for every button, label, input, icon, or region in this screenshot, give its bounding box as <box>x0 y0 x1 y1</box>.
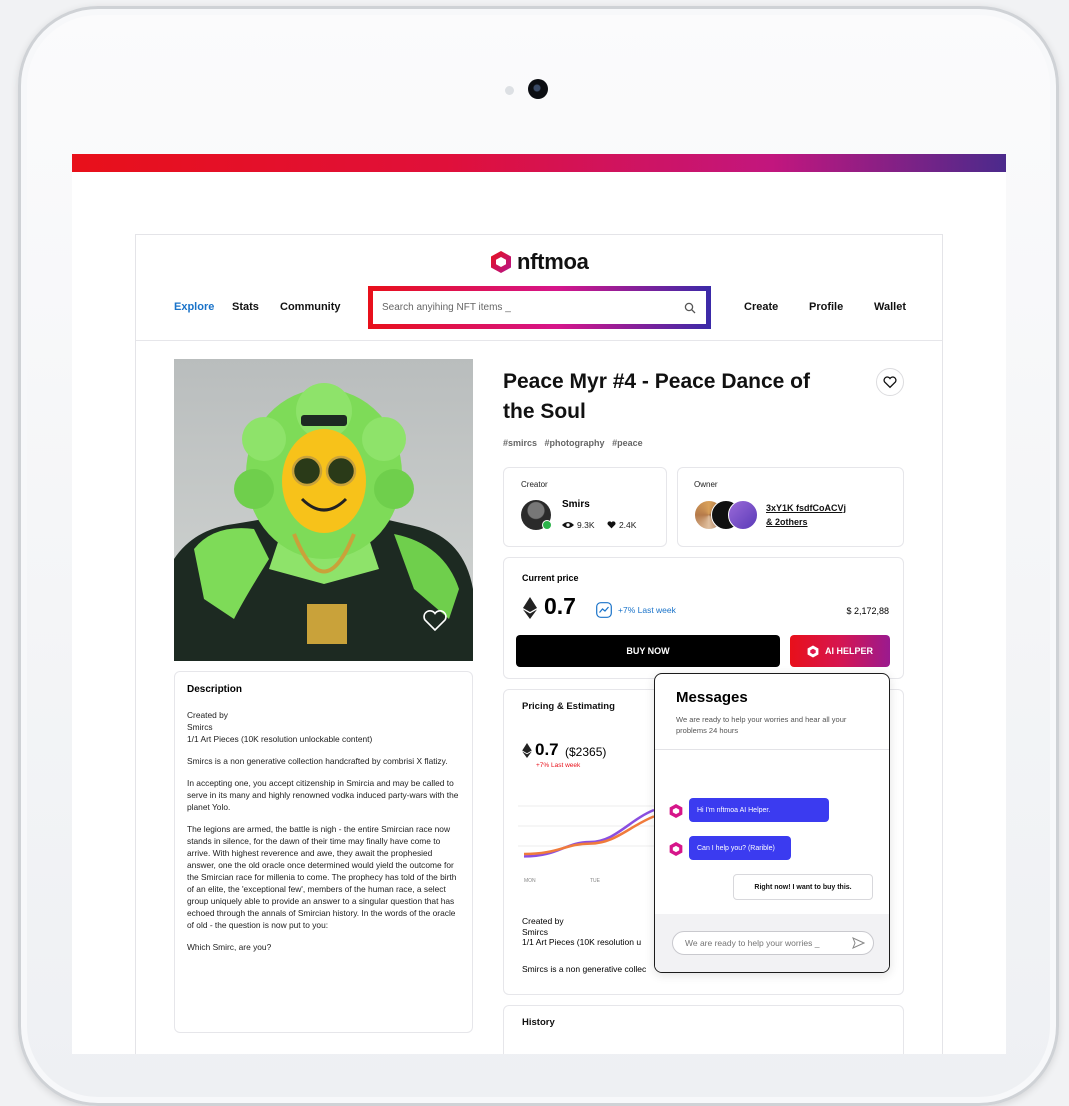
price-chart: MONTUEWE <box>518 805 658 884</box>
ethereum-icon <box>523 597 537 619</box>
creator-avatar <box>521 500 552 530</box>
description-paragraph: Which Smirc, are you? <box>187 942 272 952</box>
pricing-usd: ($2365) <box>565 745 607 759</box>
created-name: Smircs <box>522 926 548 937</box>
owner-link[interactable]: 3xY1K fsdfCoACVj <box>766 501 846 515</box>
message-input-box <box>672 931 874 955</box>
messages-subtitle: We are ready to help your worries and he… <box>676 715 847 735</box>
buy-now-button[interactable]: BUY NOW <box>516 635 780 667</box>
bot-message: Hi I'm nftmoa AI Helper. <box>689 798 829 822</box>
series-line-0 <box>523 808 655 858</box>
creator-label: Creator <box>521 480 548 489</box>
tag[interactable]: #photography <box>545 438 605 448</box>
logo-text: nftmoa <box>517 249 589 274</box>
creator-stats: 9.3K 2.4K <box>562 516 644 534</box>
ethereum-icon <box>522 743 532 758</box>
description-paragraph: Created by Smircs 1/1 Art Pieces (10K re… <box>187 710 373 744</box>
send-icon[interactable] <box>852 937 865 949</box>
sensor-dot <box>505 86 514 95</box>
description-paragraph: In accepting one, you accept citizenship… <box>187 778 459 812</box>
price-usd: $ 2,172,88 <box>846 606 889 616</box>
pricing-desc: Smircs is a non generative collec <box>522 964 647 974</box>
owner-label: Owner <box>694 480 718 489</box>
history-title: History <box>522 1017 555 1028</box>
divider <box>655 749 889 750</box>
x-tick-label: MON <box>524 878 536 884</box>
owner-avatar <box>728 500 758 530</box>
favorite-button[interactable] <box>876 368 904 396</box>
trend-up-icon <box>596 602 612 618</box>
likes-count: 2.4K <box>618 520 637 530</box>
description-paragraph: The legions are armed, the battle is nig… <box>187 824 457 930</box>
message-composer <box>655 914 889 972</box>
logo-hex-icon <box>491 251 511 273</box>
search-box <box>368 286 711 329</box>
price-change: +7% Last week <box>618 605 676 615</box>
description-paragraph: Smircs is a non generative collection ha… <box>187 756 448 766</box>
site-header: nftmoa Explore Stats Community Create Pr… <box>136 235 942 341</box>
pricing-change: +7% Last week <box>536 762 581 769</box>
nav-stats[interactable]: Stats <box>232 301 259 313</box>
message-input[interactable] <box>685 938 845 948</box>
nav-profile[interactable]: Profile <box>809 301 843 313</box>
price-label: Current price <box>522 573 579 583</box>
nav-explore[interactable]: Explore <box>174 301 214 313</box>
views-stat: 9.3K <box>562 520 595 530</box>
views-count: 9.3K <box>577 520 595 530</box>
owner-card[interactable]: Owner 3xY1K fsdfCoACVj & 2others <box>677 467 904 547</box>
tag[interactable]: #smircs <box>503 438 537 448</box>
camera-icon <box>528 79 548 99</box>
tag-list: #smircs #photography #peace <box>503 438 648 448</box>
tag[interactable]: #peace <box>612 438 643 448</box>
gradient-bar <box>72 154 1006 172</box>
likes-stat: 2.4K <box>607 520 637 530</box>
eye-icon <box>562 522 574 528</box>
owner-others-link[interactable]: & 2others <box>766 515 846 529</box>
owner-names: 3xY1K fsdfCoACVj & 2others <box>766 501 846 529</box>
creator-card[interactable]: Creator Smirs 9.3K 2.4K <box>503 467 667 547</box>
pricing-created: Created by Smircs 1/1 Art Pieces (10K re… <box>522 916 641 948</box>
bot-avatar-icon <box>669 842 683 856</box>
verified-icon <box>542 520 552 530</box>
logo[interactable]: nftmoa <box>490 249 589 275</box>
created-label: Created by <box>522 916 564 926</box>
created-desc: 1/1 Art Pieces (10K resolution u <box>522 937 642 947</box>
description-card: Description Created by Smircs 1/1 Art Pi… <box>174 671 473 1033</box>
nft-artwork <box>174 359 473 661</box>
x-tick-label: TUE <box>590 878 601 884</box>
ai-helper-label: AI HELPER <box>824 646 873 656</box>
heart-icon <box>883 375 897 388</box>
bot-avatar-icon <box>669 804 683 818</box>
creator-name: Smirs <box>562 499 590 510</box>
search-icon[interactable] <box>684 302 696 314</box>
ai-helper-button[interactable]: AI HELPER <box>790 635 890 667</box>
bot-message: Can I help you? (Rarible) <box>689 836 791 860</box>
heart-icon[interactable] <box>422 609 448 633</box>
heart-filled-icon <box>607 521 616 529</box>
user-message: Right now! I want to buy this. <box>733 874 873 900</box>
item-title: Peace Myr #4 - Peace Dance of the Soul <box>503 370 811 423</box>
pricing-title: Pricing & Estimating <box>522 701 615 712</box>
hex-icon <box>807 645 819 657</box>
nav-community[interactable]: Community <box>280 301 341 313</box>
nav-wallet[interactable]: Wallet <box>874 301 906 313</box>
pricing-value: 0.7 <box>535 740 559 759</box>
search-field <box>373 291 706 324</box>
messages-panel: Messages We are ready to help your worri… <box>654 673 890 973</box>
messages-title: Messages <box>676 689 748 706</box>
price-value: 0.7 <box>544 593 576 619</box>
nav-create[interactable]: Create <box>744 301 778 313</box>
search-input[interactable] <box>382 302 662 313</box>
description-title: Description <box>187 684 243 695</box>
description-body: Created by Smircs 1/1 Art Pieces (10K re… <box>187 709 460 953</box>
history-card: History <box>503 1005 904 1054</box>
